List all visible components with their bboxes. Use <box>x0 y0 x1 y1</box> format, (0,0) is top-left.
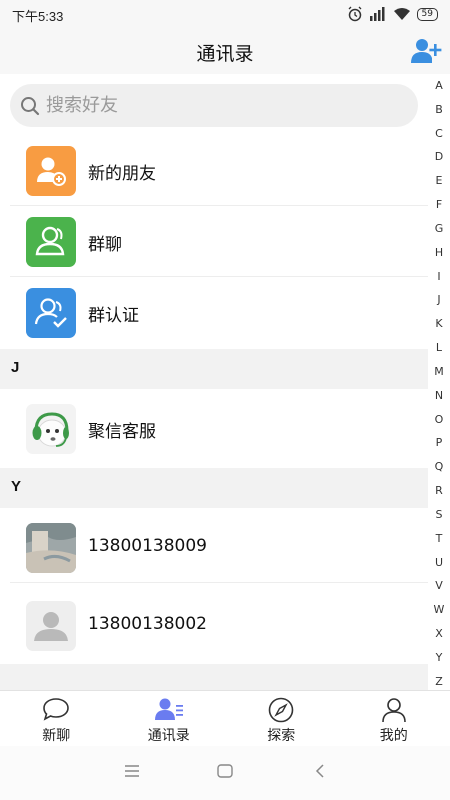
index-letter-p[interactable]: P <box>436 437 443 449</box>
index-letter-g[interactable]: G <box>435 222 444 235</box>
customer-service-avatar <box>26 404 76 454</box>
tab-label: 我的 <box>379 728 408 744</box>
add-friend-icon <box>37 157 66 186</box>
group-verify-icon <box>34 298 67 328</box>
index-letter-v[interactable]: V <box>435 580 443 592</box>
headset-mascot-icon <box>32 412 69 447</box>
tab-contacts[interactable]: 通讯录 <box>113 691 226 746</box>
person-placeholder-icon <box>34 612 68 641</box>
bottom-tab-bar: 新聊 通讯录 探索 我的 <box>0 690 450 746</box>
group-verify-item[interactable]: 群认证 <box>0 278 428 348</box>
tab-explore[interactable]: 探索 <box>225 691 338 746</box>
home-icon[interactable] <box>217 764 233 778</box>
section-letter: Y <box>11 478 22 495</box>
search-box[interactable] <box>10 84 418 127</box>
group-chat-badge <box>26 217 76 267</box>
menu-icon[interactable] <box>124 764 140 778</box>
tab-new-chat[interactable]: 新聊 <box>0 691 113 746</box>
index-letter-d[interactable]: D <box>435 151 443 163</box>
page-title: 通讯录 <box>196 43 254 65</box>
signal-icon <box>369 7 385 21</box>
index-letter-k[interactable]: K <box>435 318 442 330</box>
index-letter-b[interactable]: B <box>435 103 443 116</box>
new-friends-item[interactable]: 新的朋友 <box>0 136 428 206</box>
system-nav-bar <box>0 746 450 800</box>
person-icon <box>381 698 406 723</box>
contacts-icon <box>154 698 183 720</box>
divider <box>10 276 428 277</box>
index-letter-h[interactable]: H <box>435 246 443 259</box>
tab-label: 新聊 <box>42 728 71 744</box>
index-letter-c[interactable]: C <box>435 127 443 140</box>
search-input[interactable] <box>46 84 406 127</box>
index-letter-f[interactable]: F <box>436 199 442 211</box>
index-letter-i[interactable]: I <box>437 270 440 283</box>
contact-name: 13800138002 <box>88 614 207 634</box>
contact-row[interactable]: 13800138009 <box>0 513 428 583</box>
index-letter-z[interactable]: Z <box>435 675 443 688</box>
chat-bubble-icon <box>43 698 70 721</box>
alarm-icon <box>348 6 362 22</box>
search-icon <box>21 97 40 116</box>
index-letter-t[interactable]: T <box>436 532 443 545</box>
tab-label: 探索 <box>267 728 296 744</box>
status-icons: 59 <box>347 5 438 23</box>
photo-avatar <box>26 523 76 573</box>
new-friends-badge <box>26 146 76 196</box>
new-friends-label: 新的朋友 <box>88 164 156 184</box>
contact-name: 13800138009 <box>88 536 207 556</box>
index-letter-w[interactable]: W <box>434 604 445 616</box>
alphabet-index[interactable]: ABCDEFGHIJKLMNOPQRSTUVWXYZ <box>428 78 450 690</box>
group-chat-item[interactable]: 群聊 <box>0 207 428 277</box>
header: 通讯录 <box>0 28 450 74</box>
index-letter-y[interactable]: Y <box>436 651 443 664</box>
group-verify-badge <box>26 288 76 338</box>
index-letter-x[interactable]: X <box>435 628 443 640</box>
default-avatar <box>26 601 76 651</box>
add-contact-icon[interactable] <box>410 36 442 66</box>
index-letter-r[interactable]: R <box>435 485 443 497</box>
index-letter-u[interactable]: U <box>435 556 443 569</box>
index-letter-l[interactable]: L <box>436 342 442 354</box>
index-letter-o[interactable]: O <box>435 413 444 426</box>
group-icon <box>35 226 65 256</box>
back-icon[interactable] <box>313 764 327 778</box>
index-letter-m[interactable]: M <box>434 365 444 378</box>
index-letter-a[interactable]: A <box>435 80 443 92</box>
list-footer <box>0 664 428 690</box>
contact-name: 聚信客服 <box>88 422 156 442</box>
status-time: 下午5:33 <box>12 9 64 24</box>
tab-label: 通讯录 <box>147 728 190 744</box>
photo-thumbnail-icon <box>26 523 76 573</box>
battery-indicator: 59 <box>416 7 438 21</box>
divider <box>10 582 428 583</box>
index-letter-s[interactable]: S <box>436 508 443 521</box>
index-letter-e[interactable]: E <box>436 175 443 187</box>
compass-icon <box>268 697 294 723</box>
contact-row[interactable]: 13800138002 <box>0 591 428 661</box>
index-letter-q[interactable]: Q <box>435 461 444 473</box>
section-letter: J <box>11 359 20 376</box>
group-chat-label: 群聊 <box>88 235 122 255</box>
tab-me[interactable]: 我的 <box>338 691 450 746</box>
status-bar: 下午5:33 59 <box>0 0 450 28</box>
contact-row[interactable]: 聚信客服 <box>0 394 428 464</box>
index-letter-n[interactable]: N <box>435 389 443 402</box>
section-header-j: J <box>0 349 428 389</box>
section-header-y: Y <box>0 468 428 508</box>
group-verify-label: 群认证 <box>88 306 139 326</box>
divider <box>10 205 428 206</box>
wifi-icon <box>393 8 410 20</box>
index-letter-j[interactable]: J <box>437 294 440 306</box>
